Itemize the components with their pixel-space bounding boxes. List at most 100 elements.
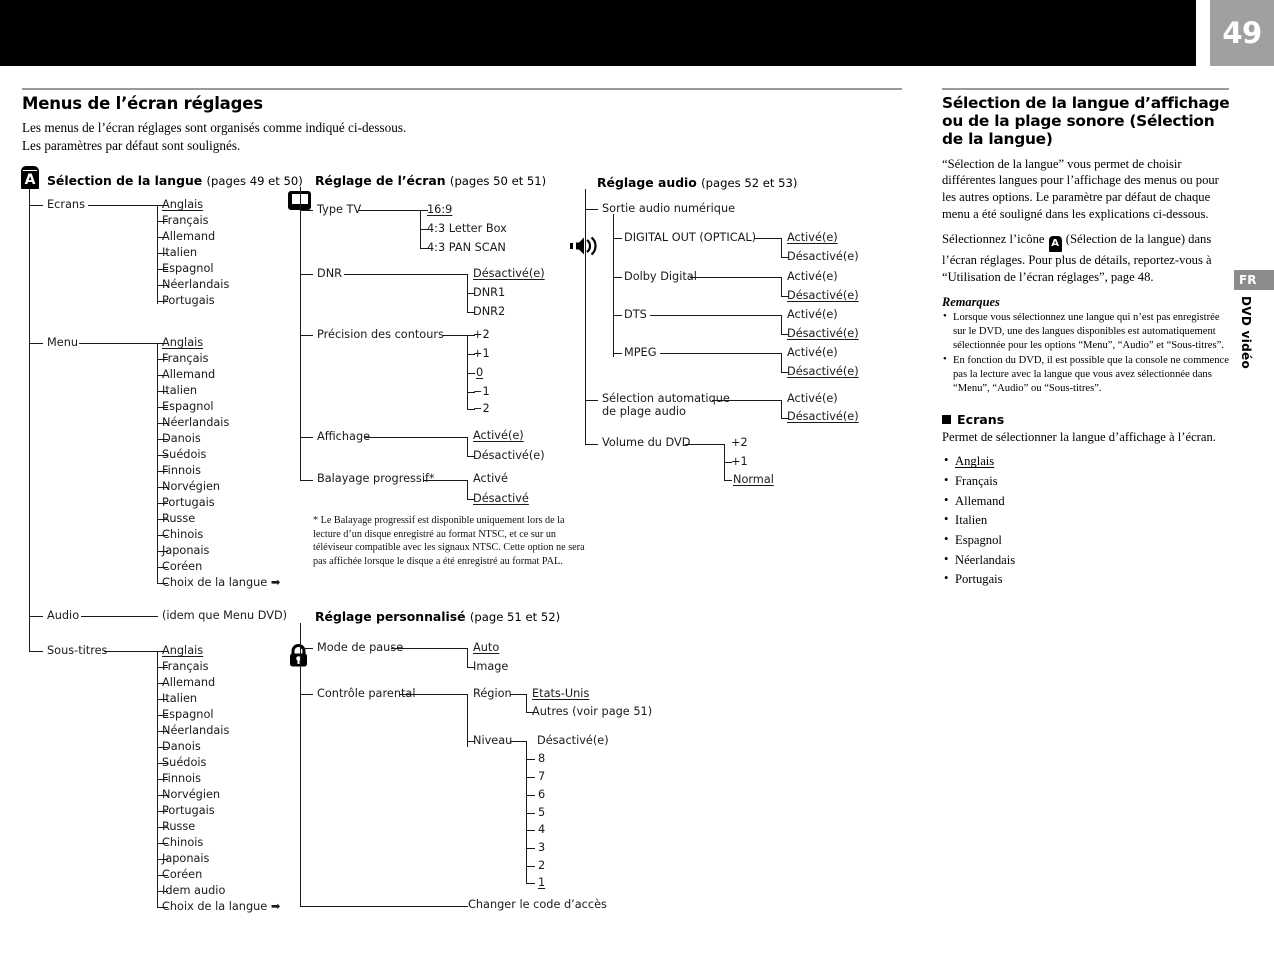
node-dnr2: DNR2 [473,305,506,318]
node-16-9: 16:9 [427,203,453,216]
remarques-heading: Remarques [942,294,1000,309]
node-st-chinois: Chinois [162,836,204,849]
section-title-audio-text: Réglage audio [597,175,697,190]
tree-connector [424,480,468,482]
section-title-audio: Réglage audio (pages 52 et 53) [597,175,797,190]
node-niveau-3: 3 [538,841,546,854]
tree-spine-language [29,189,31,652]
ecrans-lang-item: Anglais [942,452,1230,469]
tree-connector [690,277,782,279]
node-niveau-4: 4 [538,823,546,836]
right-paragraph-2-before: Sélectionnez l’icône [942,232,1045,247]
ecrans-lang-item: Italien [942,511,1230,528]
node-menu-norvegien: Norvégien [162,480,221,493]
node-menu-japonais: Japonais [162,544,210,557]
tree-connector [755,238,782,240]
tree-connector [660,353,782,355]
node-mpeg-desactive: Désactivé(e) [787,365,859,378]
node-selauto-desactive: Désactivé(e) [787,410,859,423]
tree-connector [300,210,313,212]
tree-connector [300,906,468,908]
tree-subspine-modepause [467,648,469,668]
screen-footnote: * Le Balayage progressif est disponible … [313,515,585,567]
a-box-icon: A [21,166,39,189]
tree-subspine-menu [157,343,159,583]
tree-connector [365,437,468,439]
node-precision-plus2: +2 [473,328,490,341]
tree-subspine-sortie [613,214,615,357]
node-type-tv: Type TV [317,203,362,216]
tree-connector [79,343,158,345]
node-sortie-audio-numerique: Sortie audio numérique [602,202,736,215]
node-niveau-1: 1 [538,876,546,889]
tree-subspine-ecrans [157,205,159,304]
tree-connector [29,205,43,207]
tree-connector [510,741,527,743]
speaker-icon [570,236,597,256]
node-dolby-active: Activé(e) [787,270,838,283]
right-column: Sélection de la langue d’affichage ou de… [942,94,1230,591]
node-selection-auto-plage-1: Sélection automatique [602,392,730,405]
ecrans-lang-item: Français [942,472,1230,489]
tree-connector [685,444,725,446]
node-menu: Menu [47,336,79,349]
node-menu-finnois: Finnois [162,464,202,477]
tree-connector [526,813,535,815]
remarques-list: Lorsque vous sélectionnez une langue qui… [942,310,1230,396]
node-ecrans-allemand: Allemand [162,230,216,243]
node-audio: Audio [47,609,80,622]
node-niveau-5: 5 [538,806,546,819]
section-pages-custom: (page 51 et 52) [469,610,561,624]
section-pages-language: (pages 49 et 50) [206,174,303,188]
tree-connector [712,400,782,402]
node-st-portugais: Portugais [162,804,215,817]
ecrans-lang-label: Italien [955,513,988,528]
right-paragraph-1: “Sélection de la langue” vous permet de … [942,156,1219,221]
node-st-francais: Français [162,660,209,673]
node-volume-normal: Normal [733,473,774,486]
ecrans-heading-text: Ecrans [957,411,1005,427]
tree-connector [300,648,313,650]
a-box-icon-inline: A [1048,236,1062,253]
tree-connector [300,480,313,482]
node-sous-titres: Sous-titres [47,644,108,657]
ecrans-description: Permet de sélectionner la langue d’affic… [942,429,1216,444]
node-menu-italien: Italien [162,384,198,397]
tree-connector [29,616,43,618]
tree-connector [300,335,313,337]
section-title-custom: Réglage personnalisé (page 51 et 52) [315,609,560,624]
square-bullet-icon [942,414,951,424]
node-balayage-desactive: Désactivé [473,492,529,505]
tree-connector [613,238,622,240]
node-st-danois: Danois [162,740,201,753]
tree-connector [359,210,421,212]
node-menu-allemand: Allemand [162,368,216,381]
node-affichage: Affichage [317,430,371,443]
tree-subspine-region [526,694,528,713]
section-title-language-text: Sélection de la langue [47,173,203,188]
tree-connector [613,277,622,279]
tree-connector [613,353,622,355]
node-audio-idem: (idem que Menu DVD) [162,609,288,622]
node-precision-plus1: +1 [473,347,490,360]
tree-spine-audio [585,189,587,445]
tree-connector [526,830,535,832]
node-dts-desactive: Désactivé(e) [787,327,859,340]
tree-connector [526,777,535,779]
ecrans-lang-item: Portugais [942,570,1230,587]
node-menu-francais: Français [162,352,209,365]
node-st-russe: Russe [162,820,196,833]
tree-connector [585,209,598,211]
section-title-custom-text: Réglage personnalisé [315,609,466,624]
tree-connector [585,444,598,446]
node-mpeg-active: Activé(e) [787,346,838,359]
node-dnr: DNR [317,267,342,280]
node-st-finnois: Finnois [162,772,202,785]
tree-connector [526,848,535,850]
tree-subspine-mpeg [781,353,783,373]
node-menu-choix-langue: Choix de la langue ➡ [162,576,281,589]
node-mode-pause-image: Image [473,660,509,673]
tree-subspine-controle [467,694,469,747]
node-menu-chinois: Chinois [162,528,204,541]
node-st-idem-audio: Idem audio [162,884,226,897]
